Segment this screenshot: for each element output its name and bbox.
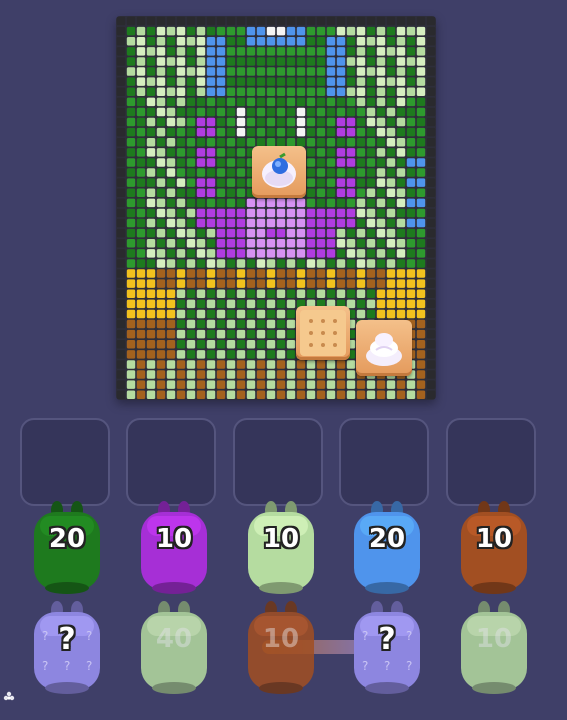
bunny-count-label: 20 (368, 524, 406, 554)
cracker-tile[interactable] (296, 306, 350, 360)
queue-slot-2 (126, 418, 216, 506)
bunny-count-label: 10 (475, 624, 513, 654)
svg-text:?: ? (86, 659, 92, 673)
bunny-shooter[interactable]: 20 (26, 500, 108, 600)
bunny-shooter[interactable]: 10 (453, 600, 535, 700)
bunny-shooter[interactable]: 10 (133, 500, 215, 600)
cream-tile[interactable] (356, 320, 412, 376)
queue-slot-1 (20, 418, 110, 506)
bunny-count-label: ? (378, 622, 396, 657)
bunny-shooter[interactable]: 10 (240, 600, 322, 700)
bunny-count-label: 20 (48, 524, 86, 554)
bunny-shooter[interactable]: ??????? (346, 600, 428, 700)
bunny-count-label: 10 (262, 524, 300, 554)
bunny-shooter[interactable]: 20 (346, 500, 428, 600)
bunny-count-label: 40 (155, 624, 193, 654)
bunny-shooter[interactable]: 10 (240, 500, 322, 600)
svg-text:?: ? (362, 659, 368, 673)
bunny-shooter[interactable]: ??????? (26, 600, 108, 700)
blueberry-cream-icon (262, 152, 296, 188)
bunny-count-label: 10 (155, 524, 193, 554)
bunny-count-label: 10 (475, 524, 513, 554)
bunny-shooter[interactable]: 10 (453, 500, 535, 600)
bunny-shooter[interactable]: 40 (133, 600, 215, 700)
queue-slot-5 (446, 418, 536, 506)
svg-text:?: ? (42, 659, 48, 673)
bunny-count-label: 10 (262, 624, 300, 654)
queue-slot-3 (233, 418, 323, 506)
queue-slot-4 (339, 418, 429, 506)
cracker-icon (300, 310, 346, 356)
svg-text:?: ? (64, 659, 70, 673)
flower-icon (3, 691, 15, 701)
svg-text:?: ? (406, 659, 412, 673)
blueberry-cream-tile[interactable] (252, 146, 306, 198)
svg-text:?: ? (384, 659, 390, 673)
whipped-cream-icon (366, 333, 402, 366)
bunny-count-label: ? (58, 622, 76, 657)
